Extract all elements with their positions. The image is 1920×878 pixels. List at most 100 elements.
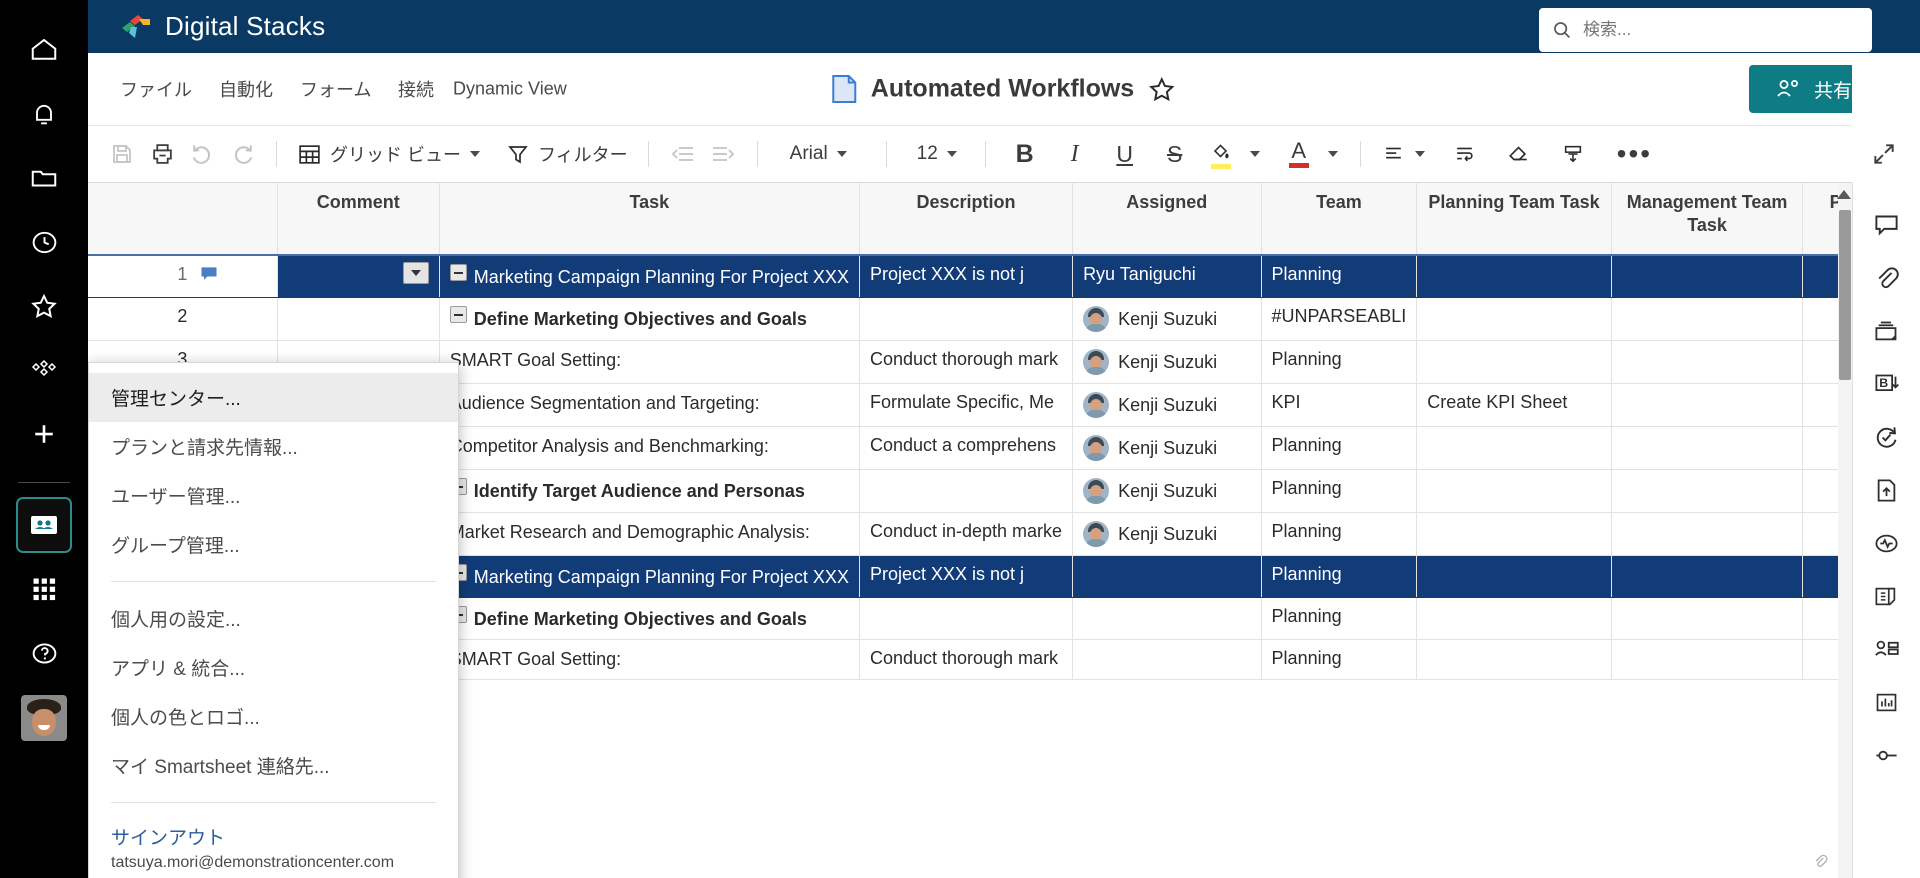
cell-dropdown-button[interactable]	[402, 262, 429, 284]
menu-my-smartsheet-contacts[interactable]: マイ Smartsheet 連絡先...	[89, 741, 458, 790]
underline-button[interactable]: U	[1100, 134, 1150, 174]
cell-description[interactable]: Conduct a comprehens	[859, 426, 1074, 471]
cell-management-team-task[interactable]	[1611, 639, 1804, 681]
account-dropdown-menu[interactable]: 管理センター... プランと請求先情報... ユーザー管理... グループ管理.…	[88, 362, 459, 878]
menu-admin-center[interactable]: 管理センター...	[89, 373, 458, 422]
cell-description[interactable]	[859, 469, 1074, 514]
cell-assigned[interactable]: Kenji Suzuki	[1072, 426, 1262, 471]
cell-assigned[interactable]: Kenji Suzuki	[1072, 469, 1262, 514]
row-comment-icon[interactable]	[199, 264, 219, 289]
menu-personal-settings[interactable]: 個人用の設定...	[89, 594, 458, 643]
favorite-star-icon[interactable]	[1148, 75, 1176, 103]
grid-view-button[interactable]: グリッド ビュー	[291, 134, 486, 174]
cell-management-team-task[interactable]	[1611, 426, 1804, 471]
column-header-assigned[interactable]: Assigned	[1072, 183, 1262, 256]
cell-assigned[interactable]	[1072, 555, 1262, 599]
cell-planning-team-task[interactable]	[1416, 426, 1612, 471]
cell-management-team-task[interactable]	[1611, 255, 1804, 299]
column-header-management-team-task[interactable]: Management Team Task	[1611, 183, 1804, 256]
vertical-scrollbar-thumb[interactable]	[1839, 210, 1851, 380]
cell-planning-team-task[interactable]	[1416, 555, 1612, 599]
filter-button[interactable]: フィルター	[500, 134, 634, 174]
row-collapse-toggle[interactable]	[449, 264, 467, 281]
brand-logo[interactable]: Digital Stacks	[118, 10, 325, 44]
cell-team[interactable]: Planning	[1261, 555, 1418, 599]
cell-assigned[interactable]: Kenji Suzuki	[1072, 512, 1262, 557]
menu-item-automation[interactable]: 自動化	[219, 76, 273, 102]
cell-description[interactable]: Conduct in-depth marke	[859, 512, 1074, 557]
clock-icon[interactable]	[16, 214, 72, 270]
cell-task[interactable]: Marketing Campaign Planning For Project …	[439, 555, 860, 599]
menu-plan-billing[interactable]: プランと請求先情報...	[89, 422, 458, 471]
cell-team[interactable]: Planning	[1261, 512, 1418, 557]
text-color-dropdown[interactable]	[1320, 134, 1346, 174]
cell-description[interactable]: Formulate Specific, Me	[859, 383, 1074, 428]
cell-task[interactable]: Competitor Analysis and Benchmarking:	[439, 426, 860, 471]
cell-planning-team-task[interactable]	[1416, 597, 1612, 641]
home-icon[interactable]	[16, 22, 72, 78]
cell-task[interactable]: Identify Target Audience and Personas	[439, 469, 860, 514]
cell-team[interactable]: Planning	[1261, 340, 1418, 385]
cell-planning-team-task[interactable]	[1416, 639, 1612, 681]
menu-apps-integrations[interactable]: アプリ & 統合...	[89, 643, 458, 692]
cell-description[interactable]: Project XXX is not j	[859, 255, 1074, 299]
help-icon[interactable]	[16, 625, 72, 681]
fill-color-button[interactable]	[1200, 134, 1242, 174]
outdent-icon[interactable]	[663, 134, 703, 174]
expand-sheet-button[interactable]	[1870, 141, 1898, 172]
cell-team[interactable]: Planning	[1261, 597, 1418, 641]
more-options-button[interactable]: •••	[1611, 134, 1658, 174]
row-number-cell[interactable]: 2	[88, 297, 278, 342]
cell-team[interactable]: #UNPARSEABLI	[1261, 297, 1418, 342]
conditional-format-button[interactable]	[1553, 134, 1593, 174]
chart-icon[interactable]	[1861, 676, 1913, 728]
cell-management-team-task[interactable]	[1611, 297, 1804, 342]
row-number-cell[interactable]: 1	[88, 255, 278, 299]
cell-planning-team-task[interactable]	[1416, 255, 1612, 299]
indent-icon[interactable]	[703, 134, 743, 174]
cell-planning-team-task[interactable]	[1416, 512, 1612, 557]
table-row[interactable]: 1 Marketing Campaign Planning For Project…	[88, 255, 1920, 299]
italic-button[interactable]: I	[1050, 134, 1100, 174]
menu-item-dynamic-view[interactable]: Dynamic View	[453, 79, 567, 100]
menu-personal-branding[interactable]: 個人の色とロゴ...	[89, 692, 458, 741]
cell-description[interactable]: Conduct thorough mark	[859, 340, 1074, 385]
menu-item-forms[interactable]: フォーム	[300, 76, 371, 102]
column-header-planning-team-task[interactable]: Planning Team Task	[1416, 183, 1612, 256]
wrap-text-button[interactable]	[1445, 134, 1485, 174]
column-header-description[interactable]: Description	[859, 183, 1074, 256]
clear-format-button[interactable]	[1499, 134, 1539, 174]
cell-team[interactable]: Planning	[1261, 426, 1418, 471]
cell-assigned[interactable]: Kenji Suzuki	[1072, 297, 1262, 342]
bold-button[interactable]: B	[1000, 134, 1050, 174]
fill-color-dropdown[interactable]	[1242, 134, 1268, 174]
scroll-up-arrow-icon[interactable]	[1837, 190, 1851, 199]
update-request-icon[interactable]: B	[1861, 358, 1913, 410]
activity-log-icon[interactable]	[1861, 411, 1913, 463]
menu-user-management[interactable]: ユーザー管理...	[89, 471, 458, 520]
conversations-icon[interactable]	[1861, 199, 1913, 251]
cell-management-team-task[interactable]	[1611, 383, 1804, 428]
star-icon[interactable]	[16, 278, 72, 334]
bell-icon[interactable]	[16, 86, 72, 142]
diamonds-icon[interactable]	[16, 342, 72, 398]
search-box[interactable]	[1539, 8, 1872, 52]
cell-assigned[interactable]	[1072, 597, 1262, 641]
cell-description[interactable]: Conduct thorough mark	[859, 639, 1074, 681]
cell-assigned[interactable]	[1072, 639, 1262, 681]
summary-icon[interactable]	[1861, 517, 1913, 569]
cell-management-team-task[interactable]	[1611, 512, 1804, 557]
cell-assigned[interactable]: Kenji Suzuki	[1072, 383, 1262, 428]
menu-group-management[interactable]: グループ管理...	[89, 520, 458, 569]
proofs-icon[interactable]	[1861, 305, 1913, 357]
cell-management-team-task[interactable]	[1611, 555, 1804, 599]
cell-assigned[interactable]: Ryu Taniguchi	[1072, 255, 1262, 299]
search-input[interactable]	[1583, 20, 1860, 40]
print-icon[interactable]	[142, 134, 182, 174]
cell-management-team-task[interactable]	[1611, 469, 1804, 514]
cell-planning-team-task[interactable]	[1416, 297, 1612, 342]
cell-description[interactable]	[859, 597, 1074, 641]
font-size-select[interactable]: 12	[901, 134, 971, 174]
column-header-team[interactable]: Team	[1261, 183, 1418, 256]
folder-icon[interactable]	[16, 150, 72, 206]
